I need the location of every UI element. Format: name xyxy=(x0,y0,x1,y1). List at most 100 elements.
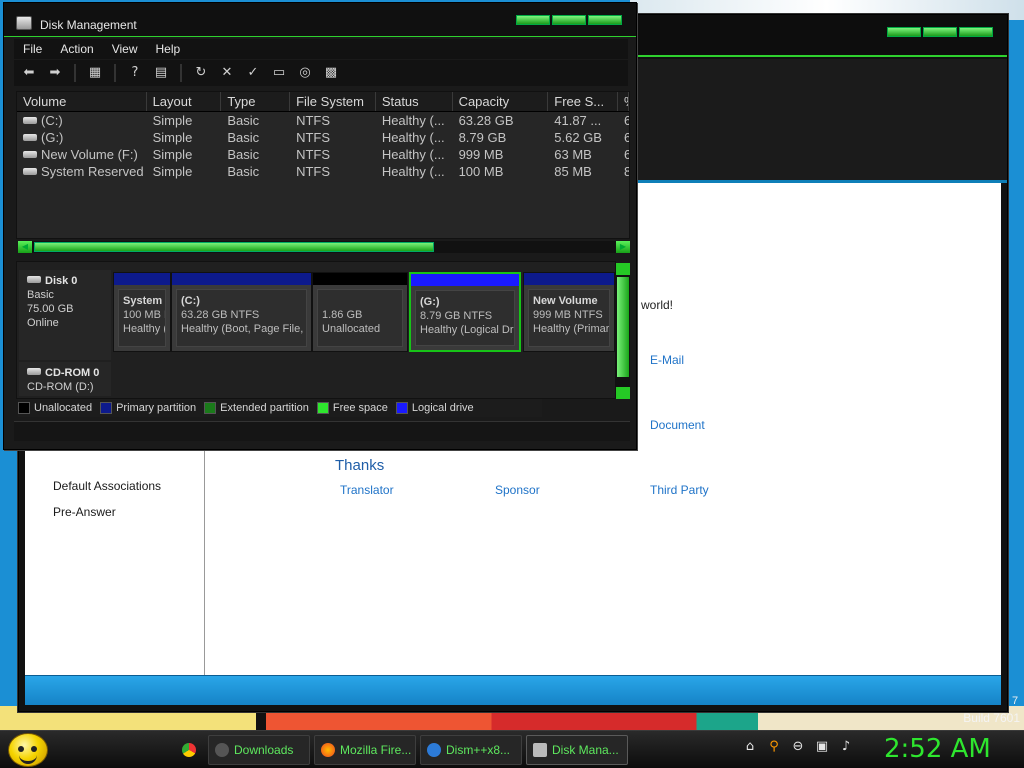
disk0-state: Online xyxy=(27,317,59,329)
section-heading-thanks: Thanks xyxy=(335,457,385,474)
toolbar-separator xyxy=(74,64,76,82)
start-button[interactable] xyxy=(8,733,48,767)
col-volume[interactable]: Volume xyxy=(17,92,147,111)
disk0-label[interactable]: Disk 0 Basic 75.00 GB Online xyxy=(19,270,111,360)
check-icon[interactable]: ✓ xyxy=(244,65,262,81)
table-row[interactable]: System Reserved Simple Basic NTFS Health… xyxy=(17,163,629,180)
menu-view[interactable]: View xyxy=(103,39,147,59)
dm-titlebar[interactable]: Disk Management xyxy=(4,3,636,37)
close-button[interactable] xyxy=(959,27,993,37)
cell-pct: 6 xyxy=(618,146,629,163)
clock[interactable]: 2:52 AM xyxy=(884,734,991,764)
partition-c[interactable]: (C:) 63.28 GB NTFS Healthy (Boot, Page Fil… xyxy=(171,272,312,352)
view-icon[interactable]: ▤ xyxy=(152,65,170,81)
col-type[interactable]: Type xyxy=(221,92,291,111)
forward-arrow-icon[interactable]: ➡ xyxy=(46,65,64,81)
table-row[interactable]: New Volume (F:) Simple Basic NTFS Health… xyxy=(17,146,629,163)
chrome-icon[interactable] xyxy=(176,735,200,765)
legend-swatch-unallocated xyxy=(18,402,30,414)
table-row[interactable]: (C:) Simple Basic NTFS Healthy (... 63.2… xyxy=(17,112,629,129)
background-window-controls[interactable] xyxy=(887,27,993,37)
left-item-default-associations[interactable]: Default Associations xyxy=(53,479,161,493)
vertical-scrollbar[interactable] xyxy=(616,263,630,399)
col-layout[interactable]: Layout xyxy=(147,92,222,111)
partition-unallocated[interactable]: 1.86 GB Unallocated xyxy=(312,272,408,352)
search-icon[interactable]: ◎ xyxy=(296,65,314,81)
left-item-pre-answer[interactable]: Pre-Answer xyxy=(53,505,116,519)
disk-graphical-view: Disk 0 Basic 75.00 GB Online System 100 M… xyxy=(16,261,616,399)
help-icon[interactable]: ? xyxy=(126,65,144,81)
link-translator[interactable]: Translator xyxy=(340,483,394,497)
background-bottom-bar xyxy=(25,675,1001,705)
taskbar: Downloads Mozilla Fire... Dism++x8... Di… xyxy=(0,730,1024,768)
dm-minimize-button[interactable] xyxy=(516,15,550,25)
delete-icon[interactable]: ✕ xyxy=(218,65,236,81)
menu-help[interactable]: Help xyxy=(147,39,190,59)
col-file-system[interactable]: File System xyxy=(290,92,376,111)
back-arrow-icon[interactable]: ⬅ xyxy=(20,65,38,81)
properties-icon[interactable]: ▦ xyxy=(86,65,104,81)
dm-maximize-button[interactable] xyxy=(552,15,586,25)
link-third-party[interactable]: Third Party xyxy=(650,483,709,497)
scroll-down-arrow[interactable] xyxy=(616,387,630,399)
partition-name: New Volume xyxy=(533,295,598,307)
display-icon[interactable]: ▣ xyxy=(814,739,830,755)
partition-g[interactable]: (G:) 8.79 GB NTFS Healthy (Logical Dr xyxy=(409,272,521,352)
col-status[interactable]: Status xyxy=(376,92,453,111)
partition-system-reserved[interactable]: System 100 MB N Healthy ( xyxy=(113,272,171,352)
vertical-scroll-thumb[interactable] xyxy=(617,277,629,377)
cdrom-label[interactable]: CD-ROM 0 CD-ROM (D:) xyxy=(19,362,111,396)
disk-management-window[interactable]: Disk Management File Action View Help ⬅ … xyxy=(3,2,637,450)
cell-layout: Simple xyxy=(152,130,193,145)
partition-status: Unallocated xyxy=(322,323,381,335)
taskbar-firefox[interactable]: Mozilla Fire... xyxy=(314,735,416,765)
col-free-space[interactable]: Free S... xyxy=(548,92,619,111)
volume-icon[interactable]: ♪ xyxy=(838,739,854,755)
disk0-type: Basic xyxy=(27,289,54,301)
link-email[interactable]: E-Mail xyxy=(650,353,684,367)
col-percent[interactable]: % xyxy=(618,92,629,111)
scroll-right-arrow[interactable]: ▶ xyxy=(616,241,630,253)
disk0-size: 75.00 GB xyxy=(27,303,74,315)
horizontal-scrollbar[interactable]: ◀ ▶ xyxy=(18,241,630,253)
cell-free: 63 MB xyxy=(554,147,592,162)
col-capacity[interactable]: Capacity xyxy=(453,92,549,111)
cell-free: 5.62 GB xyxy=(554,130,602,145)
scroll-left-arrow[interactable]: ◀ xyxy=(18,241,32,253)
taskbar-dism[interactable]: Dism++x8... xyxy=(420,735,522,765)
settings-icon[interactable]: ▩ xyxy=(322,65,340,81)
cdrom-sub: CD-ROM (D:) xyxy=(27,381,94,393)
minimize-button[interactable] xyxy=(887,27,921,37)
cell-fs: NTFS xyxy=(296,164,331,179)
dm-close-button[interactable] xyxy=(588,15,622,25)
link-sponsor[interactable]: Sponsor xyxy=(495,483,540,497)
refresh-icon[interactable]: ↻ xyxy=(192,65,210,81)
cell-fs: NTFS xyxy=(296,130,331,145)
folder-icon xyxy=(215,743,229,757)
network-icon[interactable]: ⌂ xyxy=(742,739,758,755)
cell-layout: Simple xyxy=(152,113,193,128)
cell-capacity: 63.28 GB xyxy=(458,113,514,128)
cell-type: Basic xyxy=(227,147,260,162)
scroll-up-arrow[interactable] xyxy=(616,263,630,275)
scroll-thumb[interactable] xyxy=(34,242,434,252)
maximize-button[interactable] xyxy=(923,27,957,37)
menu-action[interactable]: Action xyxy=(51,39,102,59)
partition-info: 999 MB NTFS xyxy=(533,309,603,321)
dm-window-controls[interactable] xyxy=(516,15,622,25)
partition-new-volume[interactable]: New Volume 999 MB NTFS Healthy (Primar xyxy=(523,272,615,352)
cell-status: Healthy (... xyxy=(381,164,445,179)
volume-list[interactable]: Volume Layout Type File System Status Ca… xyxy=(16,91,630,239)
table-row[interactable]: (G:) Simple Basic NTFS Healthy (... 8.79… xyxy=(17,129,629,146)
search-icon[interactable]: ⚲ xyxy=(766,739,782,755)
partition-name: (G:) xyxy=(420,296,440,308)
taskbar-downloads[interactable]: Downloads xyxy=(208,735,310,765)
partition-info: 63.28 GB NTFS xyxy=(181,309,260,321)
cell-volume: System Reserved xyxy=(41,164,144,179)
legend-swatch-primary xyxy=(100,402,113,414)
taskbar-disk-management[interactable]: Disk Mana... xyxy=(526,735,628,765)
minus-icon[interactable]: ⊖ xyxy=(790,739,806,755)
link-document[interactable]: Document xyxy=(650,418,705,432)
open-folder-icon[interactable]: ▭ xyxy=(270,65,288,81)
menu-file[interactable]: File xyxy=(14,39,51,59)
